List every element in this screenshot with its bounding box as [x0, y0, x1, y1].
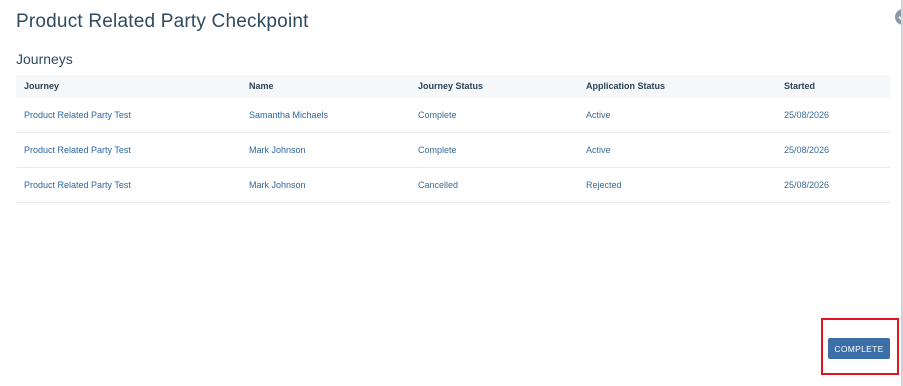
journeys-table: Journey Name Journey Status Application …	[16, 75, 890, 203]
table-row[interactable]: Product Related Party Test Samantha Mich…	[16, 98, 890, 133]
section-title-journeys: Journeys	[16, 51, 73, 67]
column-header-journey-status[interactable]: Journey Status	[418, 75, 483, 98]
table-row[interactable]: Product Related Party Test Mark Johnson …	[16, 133, 890, 168]
cell-name[interactable]: Mark Johnson	[249, 168, 306, 202]
table-header: Journey Name Journey Status Application …	[16, 75, 890, 98]
cell-name[interactable]: Mark Johnson	[249, 133, 306, 167]
column-header-journey[interactable]: Journey	[24, 75, 59, 98]
cell-journey-status: Complete	[418, 110, 457, 120]
cell-started: 25/08/2026	[784, 145, 830, 155]
complete-button[interactable]: COMPLETE	[828, 338, 890, 359]
cell-application-status: Rejected	[586, 180, 622, 190]
column-header-started[interactable]: Started	[784, 75, 815, 98]
column-header-application-status[interactable]: Application Status	[586, 75, 665, 98]
cell-journey-status: Complete	[418, 145, 457, 155]
cell-application-status: Active	[586, 145, 611, 155]
cell-started: 25/08/2026	[784, 110, 830, 120]
column-header-name[interactable]: Name	[249, 75, 274, 98]
cell-name[interactable]: Samantha Michaels	[249, 98, 328, 132]
cell-application-status: Active	[586, 110, 611, 120]
cell-started: 25/08/2026	[784, 180, 830, 190]
cell-journey[interactable]: Product Related Party Test	[24, 133, 131, 167]
cell-journey[interactable]: Product Related Party Test	[24, 168, 131, 202]
page-title: Product Related Party Checkpoint	[16, 11, 309, 32]
cell-journey-status: Cancelled	[418, 180, 459, 190]
cell-journey[interactable]: Product Related Party Test	[24, 98, 131, 132]
table-row[interactable]: Product Related Party Test Mark Johnson …	[16, 168, 890, 203]
